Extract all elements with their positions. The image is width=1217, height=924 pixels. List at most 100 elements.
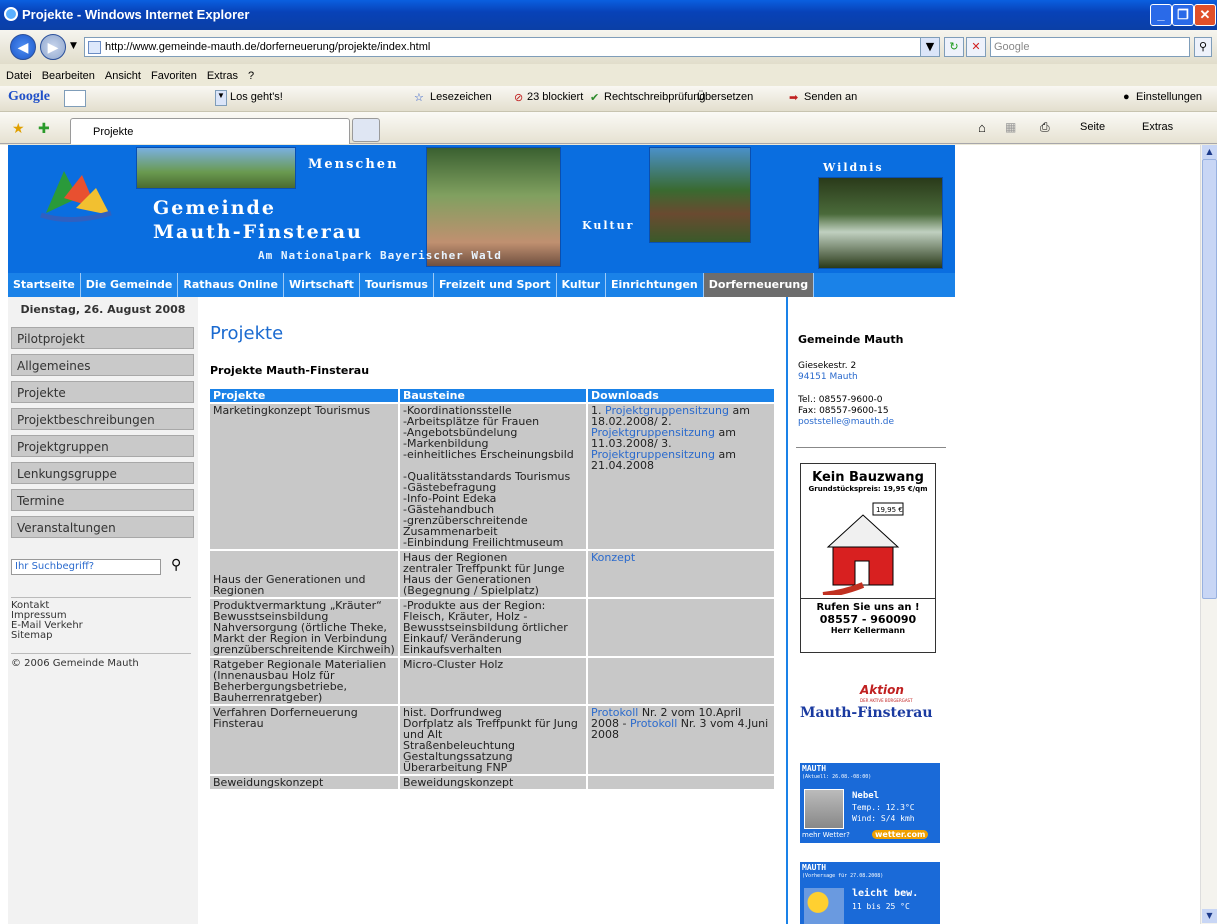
spellcheck-button[interactable]: Rechtschreibprüfung: [604, 91, 706, 103]
cell-project: Produktvermarktung „Kräuter“ Bewusstsein…: [210, 599, 398, 656]
nav-startseite[interactable]: Startseite: [8, 273, 81, 297]
search-icon[interactable]: ⚲: [1194, 37, 1212, 57]
sidebar-item-pilotprojekt[interactable]: Pilotprojekt: [11, 327, 194, 349]
site-search-input[interactable]: Ihr Suchbegriff?: [11, 559, 161, 575]
konzept-link[interactable]: Konzept: [591, 551, 635, 564]
ad-phone: 08557 - 960090: [819, 613, 917, 626]
address-dropdown-icon[interactable]: ▼: [920, 37, 940, 57]
nav-tourismus[interactable]: Tourismus: [360, 273, 434, 297]
blocked-button[interactable]: 23 blockiert: [527, 91, 583, 103]
projektgruppensitzung-link[interactable]: Projektgruppensitzung: [591, 448, 715, 461]
history-dropdown-icon[interactable]: ▼: [70, 41, 77, 51]
address-bar[interactable]: http://www.gemeinde-mauth.de/dorferneuer…: [84, 37, 934, 57]
contact-city[interactable]: 94151 Mauth: [798, 372, 894, 383]
aktion-logo[interactable]: Aktion DER AKTIVE BÜRGERGAST Mauth-Finst…: [800, 683, 940, 725]
sidebar-item-allgemeines[interactable]: Allgemeines: [11, 354, 194, 376]
tab-label: Projekte: [93, 126, 134, 138]
vertical-scrollbar[interactable]: ▲ ▼: [1200, 145, 1217, 924]
bauzwang-ad[interactable]: Kein Bauzwang Grundstückspreis: 19,95 €/…: [800, 463, 936, 653]
page-icon: [88, 41, 101, 54]
scroll-thumb[interactable]: [1202, 159, 1217, 599]
menschen-label: Menschen: [308, 157, 399, 172]
left-sidebar: Dienstag, 26. August 2008 Pilotprojekt A…: [8, 297, 198, 924]
extras-button[interactable]: Extras: [1142, 121, 1173, 133]
tab-projekte[interactable]: Projekte: [70, 118, 350, 144]
sidebar-item-projekte[interactable]: Projekte: [11, 381, 194, 403]
feeds-icon[interactable]: ▦: [1005, 120, 1016, 134]
wetter-logo[interactable]: wetter.com: [872, 830, 929, 839]
cell-downloads: Protokoll Nr. 2 vom 10.April 2008 - Prot…: [588, 706, 774, 774]
cell-components: Micro-Cluster Holz: [400, 658, 586, 704]
contact-email[interactable]: poststelle@mauth.de: [798, 417, 894, 428]
translate-button[interactable]: Übersetzen: [697, 91, 753, 103]
maximize-button[interactable]: ❐: [1172, 4, 1194, 26]
google-dropdown-icon[interactable]: ▼: [215, 90, 227, 106]
weather-wind: Wind: S/4 kmh: [852, 814, 915, 823]
contact-street: Giesekestr. 2: [798, 361, 857, 371]
nav-die-gemeinde[interactable]: Die Gemeinde: [81, 273, 179, 297]
tab-bar: ★ ✚ Projekte ⌂ ▦ ⎙ Seite Extras: [0, 112, 1217, 144]
current-date: Dienstag, 26. August 2008: [20, 303, 186, 316]
bookmarks-button[interactable]: Lesezeichen: [430, 91, 492, 103]
menu-favoriten[interactable]: Favoriten: [145, 64, 201, 82]
page-button[interactable]: Seite: [1080, 121, 1105, 133]
menu-help[interactable]: ?: [242, 64, 258, 82]
scroll-down-icon[interactable]: ▼: [1202, 909, 1217, 923]
window-title: Projekte - Windows Internet Explorer: [22, 7, 250, 22]
menu-extras[interactable]: Extras: [201, 64, 242, 82]
weather-more[interactable]: mehr Wetter?: [802, 831, 850, 839]
print-icon[interactable]: ⎙: [1040, 120, 1050, 135]
cell-components: hist. Dorfrundweg Dorfplatz als Treffpun…: [400, 706, 586, 774]
nav-freizeit[interactable]: Freizeit und Sport: [434, 273, 557, 297]
close-button[interactable]: ✕: [1194, 4, 1216, 26]
sidebar-item-projektgruppen[interactable]: Projektgruppen: [11, 435, 194, 457]
settings-button[interactable]: Einstellungen: [1136, 91, 1202, 103]
weather-current-widget[interactable]: MAUTH (Aktuell: 26.08.-08:00) Nebel Temp…: [800, 763, 940, 843]
search-input[interactable]: Google: [990, 37, 1190, 57]
nav-wirtschaft[interactable]: Wirtschaft: [284, 273, 360, 297]
sidebar-item-projektbeschreibungen[interactable]: Projektbeschreibungen: [11, 408, 194, 430]
projektgruppensitzung-link[interactable]: Projektgruppensitzung: [591, 426, 715, 439]
star-icon: ☆: [414, 92, 424, 104]
copyright: © 2006 Gemeinde Mauth: [11, 658, 139, 669]
send-button[interactable]: Senden an: [804, 91, 857, 103]
nav-einrichtungen[interactable]: Einrichtungen: [606, 273, 704, 297]
minimize-button[interactable]: _: [1150, 4, 1172, 26]
house-illustration: 19,95 €: [822, 502, 904, 598]
sidebar-item-veranstaltungen[interactable]: Veranstaltungen: [11, 516, 194, 538]
stop-icon[interactable]: ✕: [966, 37, 986, 57]
google-search-box[interactable]: [64, 90, 86, 107]
protokoll-link[interactable]: Protokoll: [630, 717, 677, 730]
search-icon[interactable]: ⚲: [171, 557, 181, 573]
menu-bearbeiten[interactable]: Bearbeiten: [36, 64, 99, 82]
fog-icon: [804, 789, 844, 829]
link-sitemap[interactable]: Sitemap: [11, 631, 83, 641]
add-favorite-icon[interactable]: ✚: [38, 120, 50, 137]
nav-kultur[interactable]: Kultur: [557, 273, 606, 297]
new-tab-button[interactable]: [352, 118, 380, 142]
cell-components: Beweidungskonzept: [400, 776, 586, 789]
mauth-finsterau-title: Mauth-Finsterau: [153, 221, 363, 243]
address-url[interactable]: http://www.gemeinde-mauth.de/dorferneuer…: [105, 41, 430, 53]
back-button[interactable]: ◀: [10, 34, 36, 60]
weather-forecast-widget[interactable]: MAUTH (Vorhersage für 27.08.2008) leicht…: [800, 862, 940, 924]
sidebar-item-lenkungsgruppe[interactable]: Lenkungsgruppe: [11, 462, 194, 484]
table-row: Verfahren Dorferneuerung Finsterau hist.…: [210, 706, 774, 774]
refresh-icon[interactable]: ↻: [944, 37, 964, 57]
nav-rathaus-online[interactable]: Rathaus Online: [178, 273, 284, 297]
forest-photo: [818, 177, 943, 269]
kultur-label: Kultur: [582, 219, 635, 232]
nav-dorferneuerung[interactable]: Dorferneuerung: [703, 273, 815, 297]
projektgruppensitzung-link[interactable]: Projektgruppensitzung: [605, 404, 729, 417]
cell-project: Marketingkonzept Tourismus: [210, 404, 398, 549]
scroll-up-icon[interactable]: ▲: [1202, 145, 1217, 159]
home-icon[interactable]: ⌂: [978, 120, 986, 135]
google-go-button[interactable]: Los geht's!: [230, 91, 283, 103]
table-row: Ratgeber Regionale Materialien (Innenaus…: [210, 658, 774, 704]
menu-datei[interactable]: Datei: [0, 64, 36, 82]
favorites-star-icon[interactable]: ★: [12, 120, 25, 137]
sidebar-item-termine[interactable]: Termine: [11, 489, 194, 511]
forward-button[interactable]: ▶: [40, 34, 66, 60]
menu-ansicht[interactable]: Ansicht: [99, 64, 145, 82]
table-row: Marketingkonzept Tourismus -Koordination…: [210, 404, 774, 549]
